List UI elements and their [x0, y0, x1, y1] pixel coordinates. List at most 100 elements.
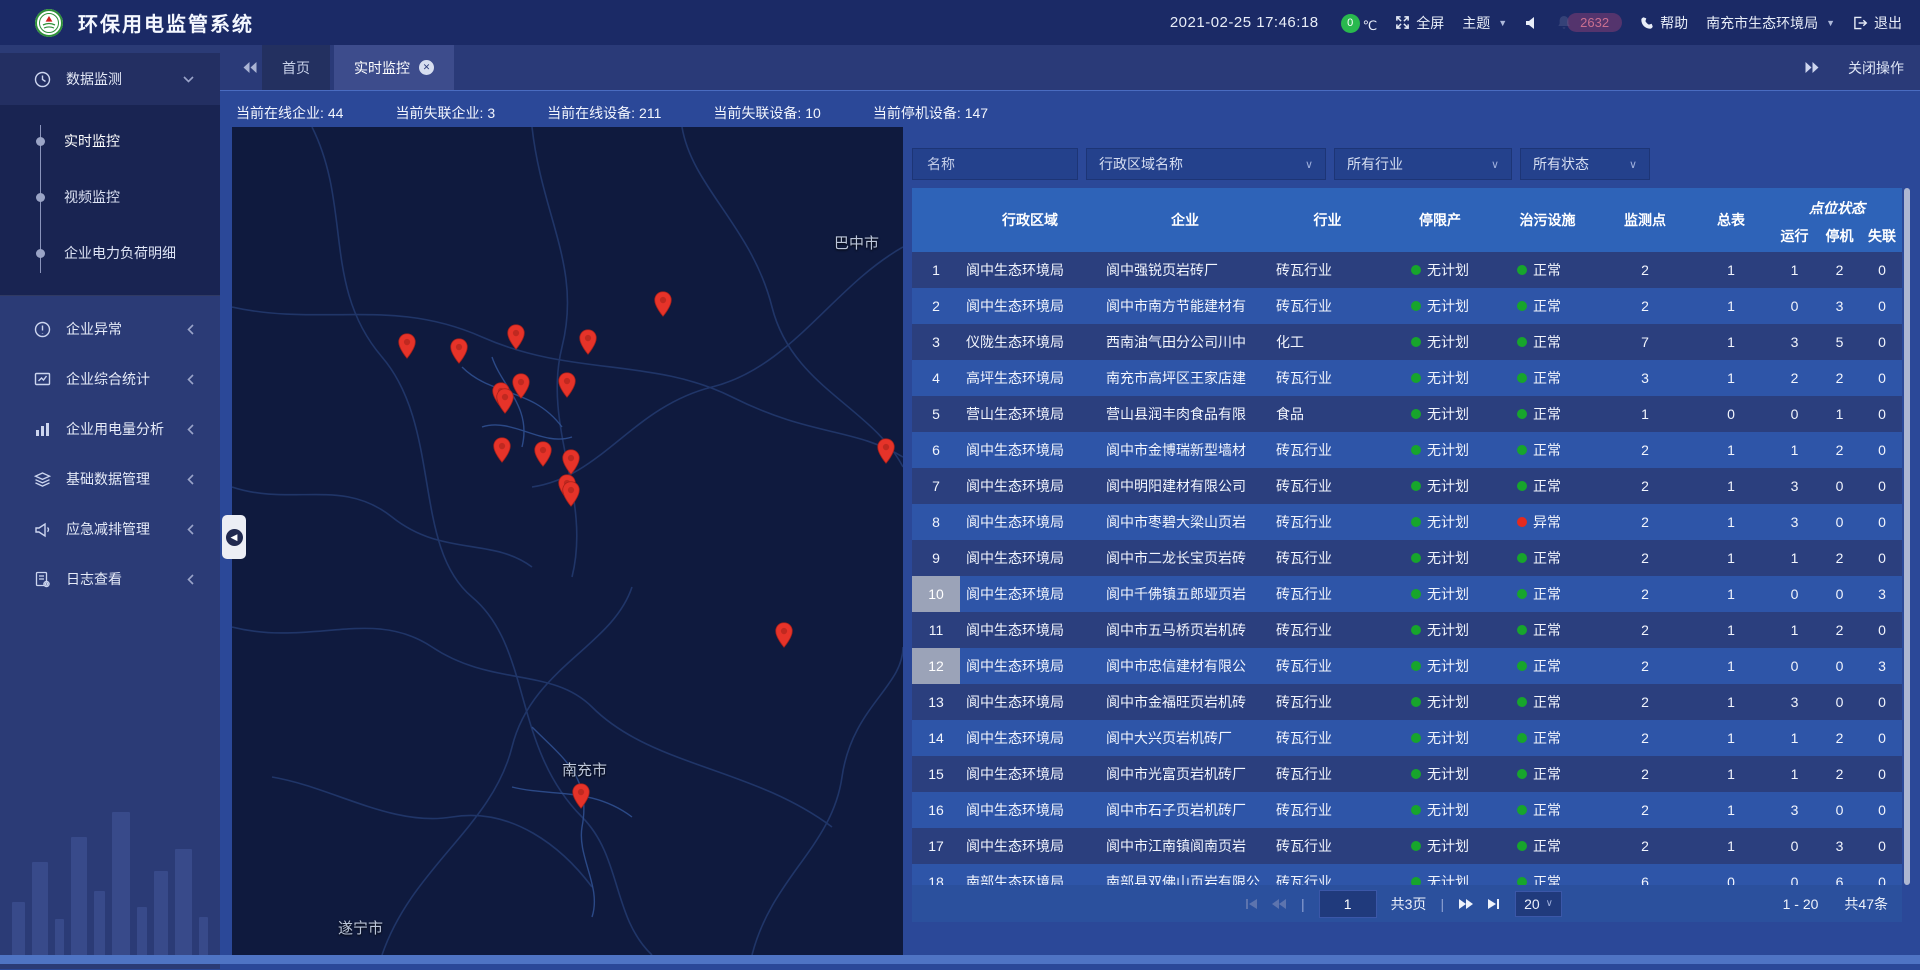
sidebar-item-2[interactable]: 企业综合统计: [0, 354, 220, 404]
map-pin[interactable]: [496, 388, 515, 414]
map-pin[interactable]: [398, 333, 417, 359]
table-row[interactable]: 11 阆中生态环境局 阆中市五马桥页岩机砖 砖瓦行业 无计划 正常 2 1 1 …: [912, 612, 1902, 648]
table-row[interactable]: 16 阆中生态环境局 阆中市石子页岩机砖厂 砖瓦行业 无计划 正常 2 1 3 …: [912, 792, 1902, 828]
cell-company: 西南油气田分公司川中: [1100, 324, 1270, 360]
cell-run-count: 1: [1772, 756, 1817, 792]
logout-button[interactable]: 退出: [1853, 13, 1902, 33]
status-dot-green: [1517, 805, 1527, 815]
status-filter-select[interactable]: 所有状态 ∨: [1520, 148, 1650, 180]
cell-company: 阆中千佛镇五郎垭页岩: [1100, 576, 1270, 612]
first-page-icon[interactable]: [1244, 898, 1258, 910]
table-row[interactable]: 1 阆中生态环境局 阆中强锐页岩砖厂 砖瓦行业 无计划 正常 2 1 1 2 0: [912, 252, 1902, 288]
status-dot-green: [1411, 373, 1421, 383]
table-row[interactable]: 6 阆中生态环境局 阆中市金博瑞新型墙材 砖瓦行业 无计划 正常 2 1 1 2…: [912, 432, 1902, 468]
cell-run-count: 3: [1772, 792, 1817, 828]
tab-realtime-monitor[interactable]: 实时监控 ✕: [334, 45, 454, 90]
cell-lost-count: 0: [1862, 756, 1902, 792]
tab-home[interactable]: 首页: [262, 45, 330, 90]
cell-company: 阆中市光富页岩机砖厂: [1100, 756, 1270, 792]
horizontal-scrollbar[interactable]: [0, 955, 1920, 964]
map-pin[interactable]: [558, 372, 577, 398]
sidebar-item-0[interactable]: 数据监测: [0, 53, 220, 105]
alert-icon: [34, 321, 54, 338]
table-row[interactable]: 8 阆中生态环境局 阆中市枣碧大梁山页岩 砖瓦行业 无计划 异常 2 1 3 0…: [912, 504, 1902, 540]
name-filter[interactable]: [912, 148, 1078, 180]
cell-company: 阆中市五马桥页岩机砖: [1100, 612, 1270, 648]
cell-region: 阆中生态环境局: [960, 576, 1100, 612]
map-pin[interactable]: [534, 441, 553, 467]
map-pin[interactable]: [507, 324, 526, 350]
sidebar-item-4[interactable]: 基础数据管理: [0, 454, 220, 504]
map-pin[interactable]: [450, 338, 469, 364]
map-pin[interactable]: [562, 449, 581, 475]
tabs-scroll-left-icon[interactable]: [242, 61, 258, 74]
cell-lost-count: 0: [1862, 396, 1902, 432]
tabs-scroll-right-icon[interactable]: [1804, 61, 1820, 74]
last-page-icon[interactable]: [1487, 898, 1501, 910]
map-roads-decoration: [232, 127, 903, 955]
sidebar-collapse-button[interactable]: ◀: [222, 515, 246, 559]
bell-icon: [1557, 15, 1571, 30]
cell-down-count: 1: [1817, 396, 1862, 432]
table-scrollbar[interactable]: [1904, 188, 1910, 885]
mute-button[interactable]: [1525, 16, 1539, 30]
cell-stop-status: 无计划: [1385, 576, 1495, 612]
sidebar-subitem[interactable]: 实时监控: [0, 113, 220, 169]
map-pin[interactable]: [562, 481, 581, 507]
cell-run-count: 0: [1772, 864, 1817, 885]
sidebar-subitem[interactable]: 视频监控: [0, 169, 220, 225]
table-row[interactable]: 7 阆中生态环境局 阆中明阳建材有限公司 砖瓦行业 无计划 正常 2 1 3 0…: [912, 468, 1902, 504]
table-row[interactable]: 13 阆中生态环境局 阆中市金福旺页岩机砖 砖瓦行业 无计划 正常 2 1 3 …: [912, 684, 1902, 720]
region-filter-select[interactable]: 行政区域名称 ∨: [1086, 148, 1326, 180]
cell-monitor-count: 2: [1600, 540, 1690, 576]
page-number-input[interactable]: [1319, 890, 1377, 918]
chevron-down-icon: [183, 76, 194, 83]
table-body: 1 阆中生态环境局 阆中强锐页岩砖厂 砖瓦行业 无计划 正常 2 1 1 2 0…: [912, 252, 1902, 885]
table-row[interactable]: 4 高坪生态环境局 南充市高坪区王家店建 砖瓦行业 无计划 正常 3 1 2 2…: [912, 360, 1902, 396]
table-row[interactable]: 18 南部生态环境局 南部县双佛山页岩有限公 砖瓦行业 无计划 正常 6 0 0…: [912, 864, 1902, 885]
cell-down-count: 3: [1817, 288, 1862, 324]
cell-lost-count: 0: [1862, 504, 1902, 540]
name-filter-input[interactable]: [925, 155, 1059, 173]
cell-meter-count: 1: [1690, 828, 1772, 864]
map-pin[interactable]: [572, 783, 591, 809]
help-button[interactable]: 帮助: [1640, 13, 1688, 33]
notification-area[interactable]: 2632: [1557, 13, 1622, 32]
app-title: 环保用电监管系统: [78, 8, 254, 37]
table-row[interactable]: 2 阆中生态环境局 阆中市南方节能建材有 砖瓦行业 无计划 正常 2 1 0 3…: [912, 288, 1902, 324]
prev-page-icon[interactable]: [1272, 898, 1287, 910]
table-row[interactable]: 17 阆中生态环境局 阆中市江南镇阆南页岩 砖瓦行业 无计划 正常 2 1 0 …: [912, 828, 1902, 864]
map-pin[interactable]: [493, 437, 512, 463]
page-size-select[interactable]: 20 ∨: [1515, 891, 1562, 917]
org-menu[interactable]: 南充市生态环境局 ▼: [1706, 13, 1835, 33]
close-operations-button[interactable]: 关闭操作: [1848, 58, 1904, 78]
table-row[interactable]: 15 阆中生态环境局 阆中市光富页岩机砖厂 砖瓦行业 无计划 正常 2 1 1 …: [912, 756, 1902, 792]
cell-meter-count: 1: [1690, 468, 1772, 504]
table-row[interactable]: 10 阆中生态环境局 阆中千佛镇五郎垭页岩 砖瓦行业 无计划 正常 2 1 0 …: [912, 576, 1902, 612]
sidebar-item-3[interactable]: 企业用电量分析: [0, 404, 220, 454]
cell-run-count: 3: [1772, 504, 1817, 540]
cell-facility-status: 正常: [1495, 828, 1600, 864]
table-row[interactable]: 9 阆中生态环境局 阆中市二龙长宝页岩砖 砖瓦行业 无计划 正常 2 1 1 2…: [912, 540, 1902, 576]
map-panel[interactable]: 巴中市南充市遂宁市: [232, 127, 903, 955]
next-page-icon[interactable]: [1458, 898, 1473, 910]
cell-index: 14: [912, 720, 960, 756]
table-row[interactable]: 3 仪陇生态环境局 西南油气田分公司川中 化工 无计划 正常 7 1 3 5 0: [912, 324, 1902, 360]
sidebar-item-1[interactable]: 企业异常: [0, 304, 220, 354]
map-pin[interactable]: [877, 438, 896, 464]
table-row[interactable]: 5 营山生态环境局 营山县润丰肉食品有限 食品 无计划 正常 1 0 0 1 0: [912, 396, 1902, 432]
sidebar-subitem[interactable]: 企业电力负荷明细: [0, 225, 220, 281]
map-pin[interactable]: [654, 291, 673, 317]
theme-button[interactable]: 主题 ▼: [1462, 13, 1507, 33]
table-row[interactable]: 14 阆中生态环境局 阆中大兴页岩机砖厂 砖瓦行业 无计划 正常 2 1 1 2…: [912, 720, 1902, 756]
table-row[interactable]: 12 阆中生态环境局 阆中市忠信建材有限公 砖瓦行业 无计划 正常 2 1 0 …: [912, 648, 1902, 684]
cell-stop-status: 无计划: [1385, 756, 1495, 792]
map-pin[interactable]: [775, 622, 794, 648]
fullscreen-button[interactable]: 全屏: [1395, 13, 1444, 33]
cell-index: 6: [912, 432, 960, 468]
sidebar-item-5[interactable]: 应急减排管理: [0, 504, 220, 554]
sidebar-item-6[interactable]: 日志查看: [0, 554, 220, 604]
industry-filter-select[interactable]: 所有行业 ∨: [1334, 148, 1512, 180]
close-tab-icon[interactable]: ✕: [419, 60, 434, 75]
map-pin[interactable]: [579, 329, 598, 355]
